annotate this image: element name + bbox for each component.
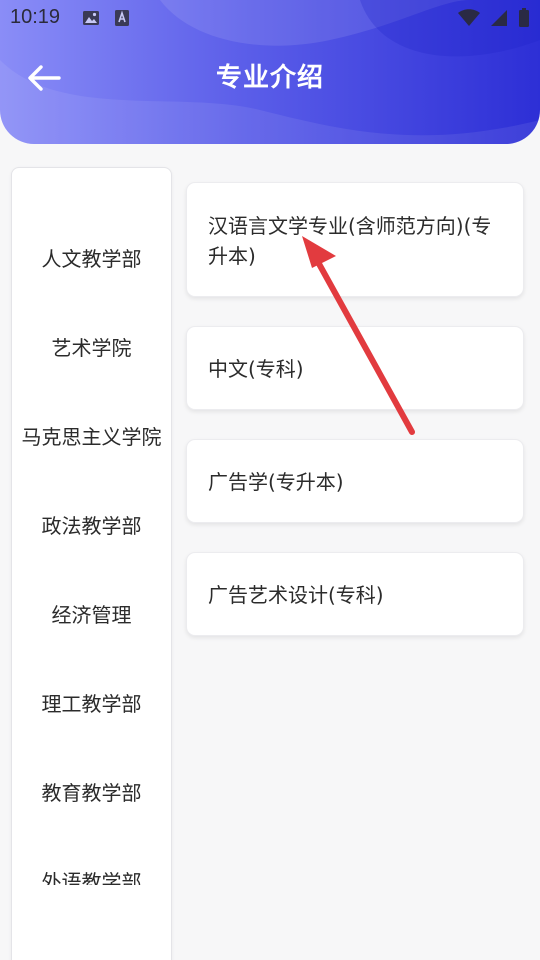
- signal-icon: [491, 10, 507, 26]
- major-card[interactable]: 汉语言文学专业(含师范方向)(专升本): [186, 182, 524, 297]
- sidebar-item-arts[interactable]: 艺术学院: [12, 333, 171, 363]
- sidebar-item-humanities[interactable]: 人文教学部: [12, 244, 171, 274]
- image-icon: [83, 11, 99, 25]
- header-banner: 10:19 专业介绍: [0, 0, 540, 144]
- major-card-label: 广告艺术设计(专科): [208, 583, 384, 607]
- major-card[interactable]: 中文(专科): [186, 326, 524, 410]
- major-card-label: 汉语言文学专业(含师范方向)(专升本): [208, 214, 492, 268]
- sidebar-item-economics[interactable]: 经济管理: [12, 600, 171, 630]
- major-card[interactable]: 广告艺术设计(专科): [186, 552, 524, 636]
- screen: 10:19 专业介绍 人文教学部 艺术学院 马克思主义学院 政法教学部 经济管理…: [0, 0, 540, 960]
- sidebar-item-foreign-languages[interactable]: 外语教学部: [12, 867, 171, 885]
- text-a-icon: [115, 10, 129, 26]
- status-bar: 10:19: [0, 0, 540, 36]
- status-left-icons: [82, 9, 130, 27]
- major-card[interactable]: 广告学(专升本): [186, 439, 524, 523]
- category-sidebar[interactable]: 人文教学部 艺术学院 马克思主义学院 政法教学部 经济管理 理工教学部 教育教学…: [11, 167, 172, 960]
- major-card-label: 中文(专科): [208, 357, 304, 381]
- sidebar-item-science-engineering[interactable]: 理工教学部: [12, 689, 171, 719]
- major-card-label: 广告学(专升本): [208, 470, 344, 494]
- sidebar-item-education[interactable]: 教育教学部: [12, 778, 171, 808]
- page-title: 专业介绍: [215, 63, 324, 93]
- battery-icon: [519, 8, 529, 27]
- sidebar-item-marxism[interactable]: 马克思主义学院: [12, 422, 171, 452]
- status-time: 10:19: [10, 6, 61, 28]
- status-right-icons: [458, 8, 530, 28]
- sidebar-item-law-politics[interactable]: 政法教学部: [12, 511, 171, 541]
- wifi-icon: [458, 9, 480, 26]
